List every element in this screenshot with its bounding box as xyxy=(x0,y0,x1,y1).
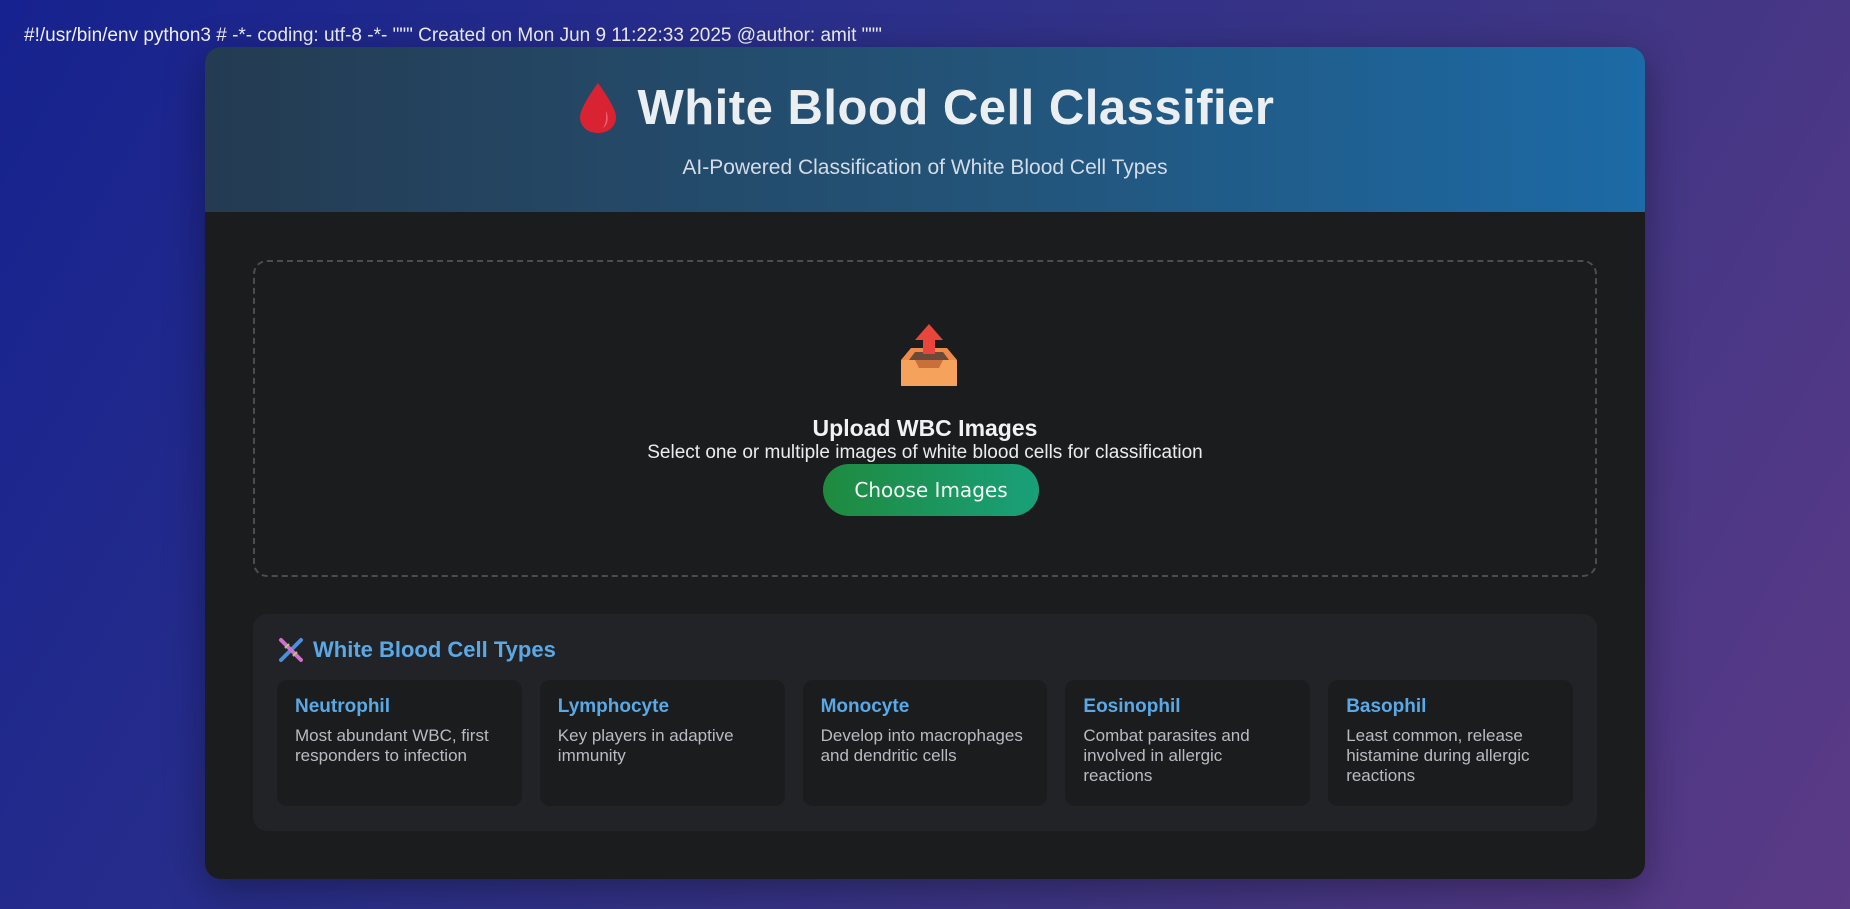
page-subtitle: AI-Powered Classification of White Blood… xyxy=(682,156,1168,179)
cell-types-panel: White Blood Cell Types Neutrophil Most a… xyxy=(253,614,1597,831)
outbox-tray-icon xyxy=(901,324,957,386)
dna-icon xyxy=(279,638,303,662)
cell-type-card-monocyte: Monocyte Develop into macrophages and de… xyxy=(802,680,1048,806)
cell-type-card-neutrophil: Neutrophil Most abundant WBC, first resp… xyxy=(277,680,522,806)
cell-type-description: Least common, release histamine during a… xyxy=(1346,726,1530,785)
upload-description: Select one or multiple images of white b… xyxy=(647,442,1203,463)
choose-images-button[interactable]: Choose Images xyxy=(823,464,1039,516)
cell-type-name: Lymphocyte xyxy=(557,696,670,717)
cell-type-card-eosinophil: Eosinophil Combat parasites and involved… xyxy=(1065,680,1311,806)
cell-type-card-lymphocyte: Lymphocyte Key players in adaptive immun… xyxy=(539,680,785,806)
cell-type-name: Monocyte xyxy=(820,696,910,717)
cell-types-heading: White Blood Cell Types xyxy=(313,637,556,662)
header: White Blood Cell Classifier AI-Powered C… xyxy=(205,47,1645,212)
cell-type-description: Key players in adaptive immunity xyxy=(557,726,734,765)
cell-types-heading-row: White Blood Cell Types xyxy=(277,636,1573,664)
blood-drop-icon xyxy=(579,83,616,133)
page-title: White Blood Cell Classifier xyxy=(637,81,1275,135)
cell-type-list: Neutrophil Most abundant WBC, first resp… xyxy=(277,680,1573,806)
upload-dropzone[interactable]: Upload WBC Images Select one or multiple… xyxy=(253,260,1597,577)
cell-type-description: Combat parasites and involved in allergi… xyxy=(1083,726,1250,785)
cell-type-card-basophil: Basophil Least common, release histamine… xyxy=(1328,680,1573,806)
cell-type-description: Most abundant WBC, first responders to i… xyxy=(295,726,489,765)
classifier-card: White Blood Cell Classifier AI-Powered C… xyxy=(205,47,1645,879)
cell-type-name: Neutrophil xyxy=(295,696,390,717)
cell-type-name: Basophil xyxy=(1346,696,1427,717)
upload-title: Upload WBC Images xyxy=(812,415,1038,441)
code-text: #!/usr/bin/env python3 # -*- coding: utf… xyxy=(24,25,882,46)
title-row: White Blood Cell Classifier xyxy=(205,80,1645,136)
cell-type-name: Eosinophil xyxy=(1083,696,1181,717)
cell-type-description: Develop into macrophages and dendritic c… xyxy=(820,726,1023,765)
